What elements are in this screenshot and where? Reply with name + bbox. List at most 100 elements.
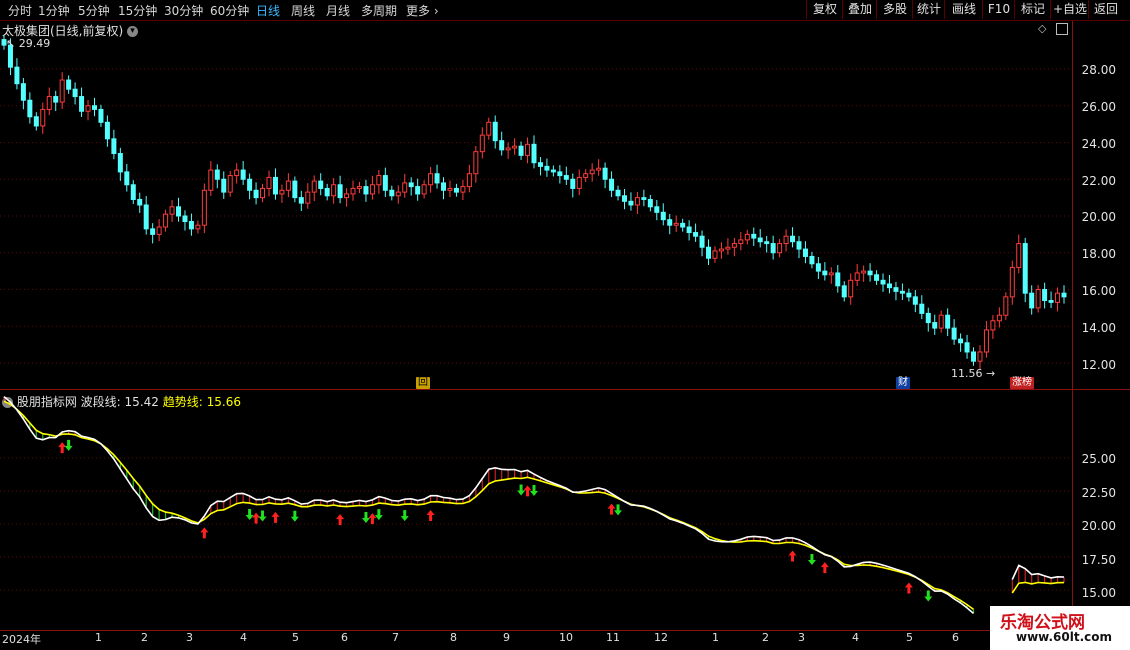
candle-body bbox=[363, 186, 369, 195]
candle-body bbox=[628, 200, 634, 206]
candle-body bbox=[576, 176, 582, 189]
xaxis-m5: 5 bbox=[292, 631, 299, 644]
candle-body bbox=[59, 79, 65, 103]
candle-body bbox=[932, 322, 938, 329]
xaxis-m8: 8 bbox=[450, 631, 457, 644]
candle-body bbox=[835, 272, 841, 287]
candle-body bbox=[512, 145, 518, 149]
candle-body bbox=[1035, 289, 1041, 309]
candle-body bbox=[667, 219, 673, 226]
multi-stock-button[interactable]: 多股 bbox=[876, 0, 913, 19]
price-tick-18: 18.00 bbox=[1081, 247, 1116, 261]
candle-body bbox=[641, 197, 647, 200]
price-tick-26: 26.00 bbox=[1081, 100, 1116, 114]
buy-arrow bbox=[336, 514, 345, 526]
candle-body bbox=[654, 206, 660, 213]
candle-body bbox=[596, 167, 602, 171]
candle-body bbox=[1009, 266, 1015, 298]
candle-body bbox=[686, 226, 692, 234]
timeframe-monthly[interactable]: 月线 bbox=[326, 2, 350, 19]
candle-body bbox=[841, 285, 847, 298]
timeframe-15min[interactable]: 15分钟 bbox=[118, 2, 157, 19]
add-watchlist-button[interactable]: +自选 bbox=[1050, 0, 1089, 19]
candle-body bbox=[537, 162, 543, 167]
timeframe-30min[interactable]: 30分钟 bbox=[164, 2, 203, 19]
candle-body bbox=[356, 186, 362, 189]
sell-arrow bbox=[807, 554, 816, 566]
candle-body bbox=[615, 189, 621, 197]
ind-tick-22-5: 22.50 bbox=[1081, 486, 1116, 500]
cai-badge[interactable]: 财 bbox=[896, 377, 910, 389]
candlestick-chart[interactable] bbox=[0, 21, 1072, 389]
overlay-button[interactable]: 叠加 bbox=[842, 0, 877, 19]
hui-badge[interactable]: 回 bbox=[416, 377, 430, 389]
candle-body bbox=[124, 171, 130, 186]
timeframe-5min[interactable]: 5分钟 bbox=[78, 2, 110, 19]
candle-body bbox=[285, 180, 291, 191]
trend-line bbox=[3, 400, 1065, 611]
high-label: 29.49 bbox=[18, 37, 51, 50]
candle-body bbox=[796, 241, 802, 250]
f10-button[interactable]: F10 bbox=[982, 0, 1015, 19]
timeframe-daily[interactable]: 日线 bbox=[256, 2, 280, 19]
sell-arrow bbox=[64, 439, 73, 451]
candle-body bbox=[415, 186, 421, 195]
timeframe-fenshi[interactable]: 分时 bbox=[8, 2, 32, 19]
candle-body bbox=[725, 246, 731, 250]
candle-body bbox=[27, 99, 33, 118]
candle-body bbox=[609, 178, 615, 191]
indicator-chart[interactable] bbox=[0, 390, 1072, 630]
candle-body bbox=[376, 175, 382, 186]
candle-body bbox=[525, 143, 531, 156]
buy-arrow bbox=[368, 513, 377, 525]
candle-body bbox=[822, 270, 828, 276]
ind-tick-20: 20.00 bbox=[1081, 519, 1116, 533]
candle-body bbox=[583, 173, 589, 178]
candle-body bbox=[764, 241, 770, 245]
candle-body bbox=[790, 235, 796, 243]
price-tick-16: 16.00 bbox=[1081, 284, 1116, 298]
fuquan-button[interactable]: 复权 bbox=[806, 0, 843, 19]
candle-body bbox=[331, 184, 337, 197]
timeframe-1min[interactable]: 1分钟 bbox=[38, 2, 70, 19]
candle-body bbox=[563, 175, 569, 180]
back-button[interactable]: 返回 bbox=[1088, 0, 1123, 19]
candle-body bbox=[111, 138, 117, 155]
timeframe-more[interactable]: 更多 › bbox=[406, 2, 439, 19]
chevron-right-icon: › bbox=[430, 4, 439, 18]
candle-body bbox=[395, 191, 401, 197]
candle-body bbox=[156, 226, 162, 235]
candle-body bbox=[531, 143, 537, 164]
mark-button[interactable]: 标记 bbox=[1014, 0, 1051, 19]
candle-body bbox=[518, 145, 524, 156]
candle-body bbox=[208, 169, 214, 191]
sell-arrow bbox=[245, 509, 254, 521]
candle-body bbox=[188, 221, 194, 230]
buy-arrow bbox=[607, 503, 616, 515]
candle-body bbox=[169, 206, 175, 215]
timeframe-weekly[interactable]: 周线 bbox=[291, 2, 315, 19]
sell-arrow bbox=[374, 509, 383, 521]
candle-body bbox=[699, 235, 705, 248]
candle-body bbox=[130, 184, 136, 200]
candle-body bbox=[221, 178, 227, 193]
xaxis-m11: 11 bbox=[606, 631, 620, 644]
sell-arrow bbox=[258, 510, 267, 522]
zhangbang-badge[interactable]: 涨榜 bbox=[1010, 377, 1034, 389]
statistics-button[interactable]: 统计 bbox=[912, 0, 945, 19]
candle-body bbox=[925, 312, 931, 324]
sell-arrow bbox=[290, 510, 299, 522]
sell-arrow bbox=[614, 504, 623, 516]
candle-body bbox=[163, 213, 169, 228]
candle-body bbox=[621, 195, 627, 202]
draw-line-button[interactable]: 画线 bbox=[944, 0, 983, 19]
candle-body bbox=[731, 243, 737, 248]
candle-body bbox=[550, 169, 556, 173]
candle-body bbox=[421, 184, 427, 195]
xaxis-m6: 6 bbox=[341, 631, 348, 644]
candle-body bbox=[660, 211, 666, 221]
candle-body bbox=[369, 184, 375, 195]
candle-body bbox=[693, 232, 699, 237]
timeframe-60min[interactable]: 60分钟 bbox=[210, 2, 249, 19]
timeframe-multi[interactable]: 多周期 bbox=[361, 2, 397, 19]
